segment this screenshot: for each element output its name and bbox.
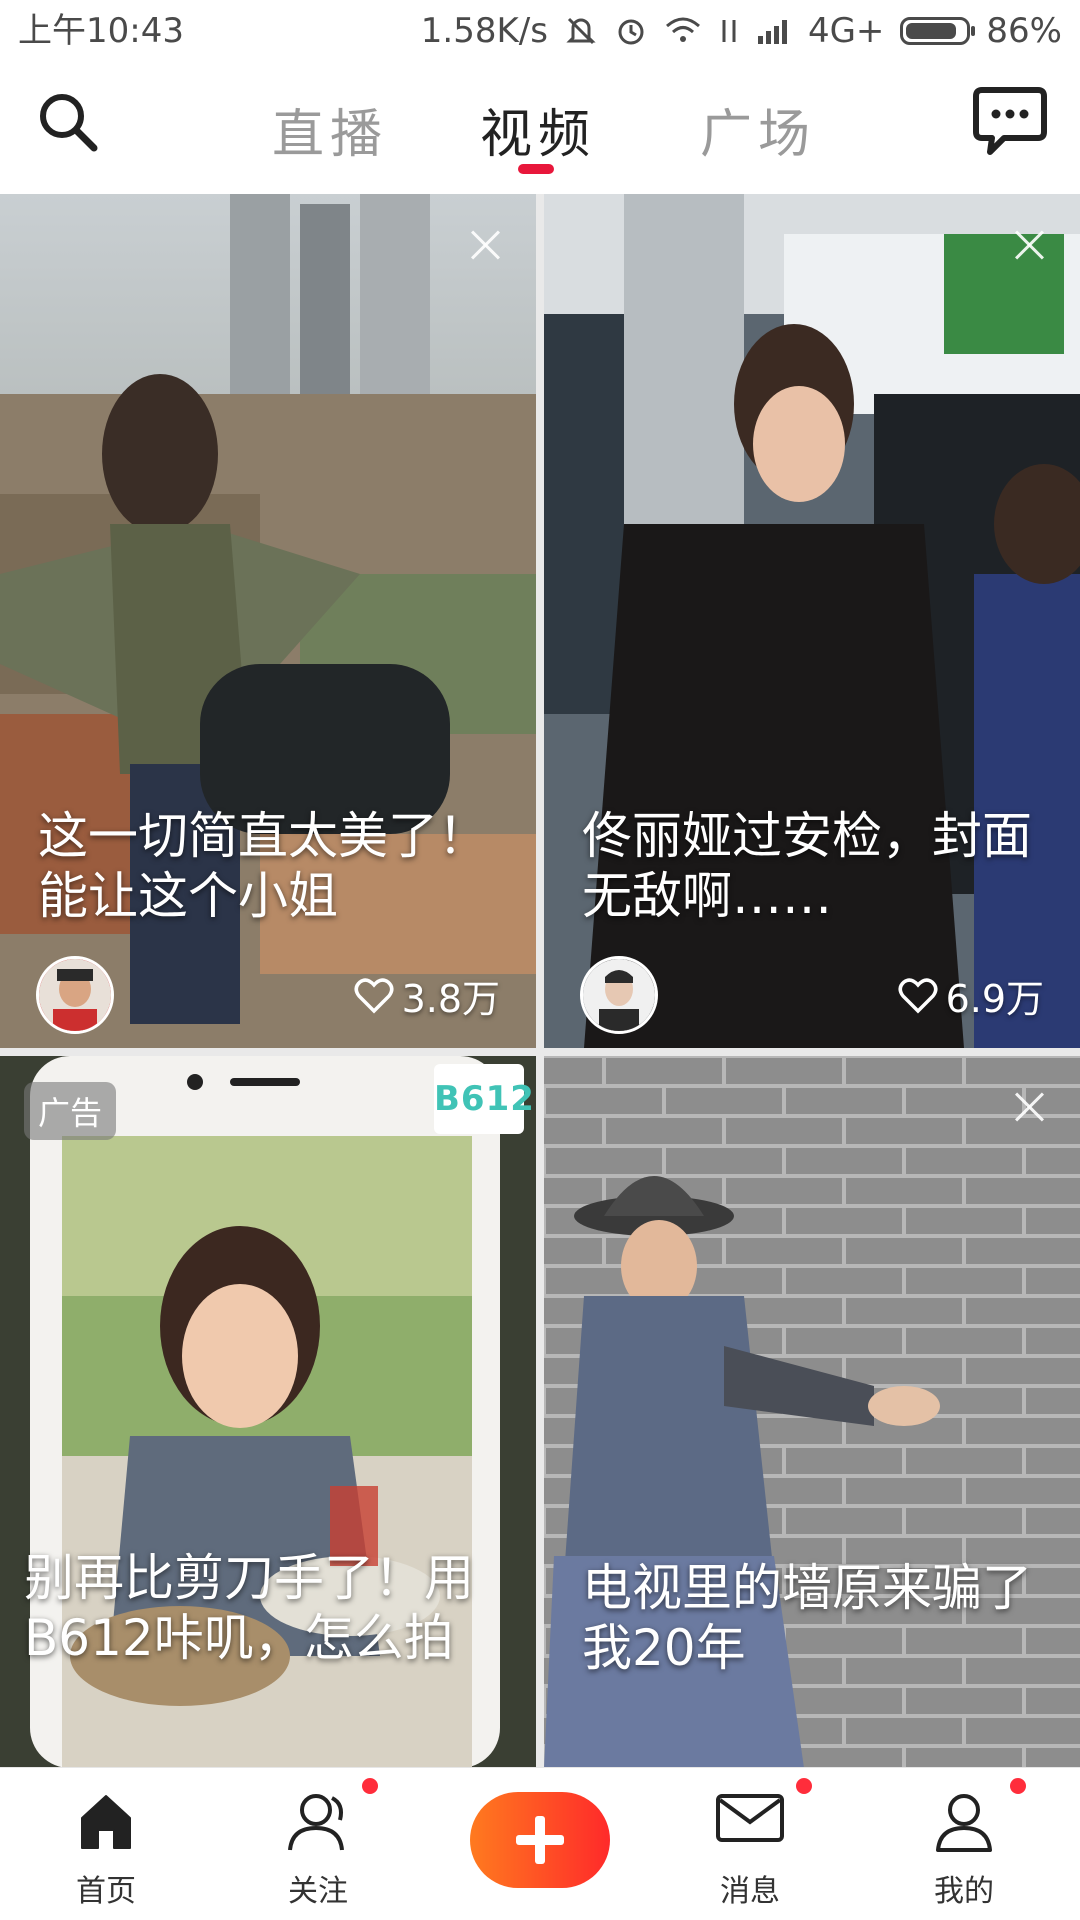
nav-follow[interactable]: 关注 bbox=[248, 1768, 388, 1920]
nav-profile-label: 我的 bbox=[934, 1874, 994, 1909]
video-title: 佟丽娅过安检，封面无敌啊…… bbox=[582, 807, 1032, 925]
messages-badge-dot bbox=[796, 1778, 812, 1794]
nav-home[interactable]: 首页 bbox=[36, 1768, 176, 1920]
mute-icon bbox=[564, 0, 598, 62]
like-count-value: 6.9万 bbox=[945, 977, 1044, 1021]
nav-home-label: 首页 bbox=[76, 1874, 136, 1909]
video-title: 这一切简直太美了！能让这个小姐 bbox=[38, 807, 488, 925]
status-time: 上午10:43 bbox=[18, 11, 184, 51]
tab-bar: 直播 视频 广场 bbox=[0, 62, 1080, 190]
create-post-button[interactable] bbox=[470, 1792, 610, 1888]
dismiss-button[interactable] bbox=[470, 230, 500, 260]
video-card[interactable]: 电视里的墙原来骗了我20年 bbox=[544, 1056, 1080, 1768]
wifi-icon bbox=[664, 0, 702, 62]
top-nav: 直播 视频 广场 bbox=[0, 62, 1080, 190]
alarm-icon bbox=[614, 0, 648, 62]
battery-icon bbox=[900, 17, 976, 45]
home-icon bbox=[81, 1795, 131, 1849]
status-bar: 上午10:43 1.58K/s 4G+ 86% bbox=[0, 0, 1080, 62]
ad-card[interactable]: B612 广告 别再比剪刀手了！用B612咔叽，怎么拍 bbox=[0, 1056, 536, 1768]
video-card[interactable]: 佟丽娅过安检，封面无敌啊…… 6.9万 bbox=[544, 194, 1080, 1048]
plus-icon bbox=[516, 1816, 564, 1864]
data-transfer-icon bbox=[718, 0, 740, 62]
like-count[interactable]: 6.9万 bbox=[898, 968, 1044, 1023]
profile-badge-dot bbox=[1010, 1778, 1026, 1794]
author-avatar[interactable] bbox=[580, 956, 658, 1034]
chat-button[interactable] bbox=[970, 84, 1050, 162]
network-speed: 1.58K/s bbox=[420, 11, 548, 51]
dismiss-button[interactable] bbox=[1014, 1092, 1044, 1122]
video-title: 电视里的墙原来骗了我20年 bbox=[582, 1559, 1032, 1677]
like-count[interactable]: 3.8万 bbox=[354, 968, 500, 1023]
network-type: 4G+ bbox=[807, 11, 885, 51]
chat-bubble-icon bbox=[973, 87, 1047, 155]
bottom-nav: 首页 关注 消息 我的 bbox=[0, 1767, 1080, 1920]
status-right-cluster: 1.58K/s 4G+ 86% bbox=[421, 0, 1062, 62]
profile-icon bbox=[936, 1794, 992, 1852]
user-follow-icon bbox=[288, 1794, 344, 1851]
nav-profile[interactable]: 我的 bbox=[894, 1768, 1034, 1920]
video-feed-grid: 这一切简直太美了！能让这个小姐 3.8万 佟丽娅过安检，封面无敌啊…… 6.9万… bbox=[0, 194, 1080, 1768]
video-title: 别再比剪刀手了！用B612咔叽，怎么拍 bbox=[24, 1549, 474, 1667]
nav-follow-label: 关注 bbox=[288, 1874, 348, 1909]
mail-icon bbox=[716, 1794, 784, 1842]
heart-icon bbox=[898, 977, 938, 1013]
ad-badge: 广告 bbox=[24, 1082, 117, 1140]
video-card[interactable]: 这一切简直太美了！能让这个小姐 3.8万 bbox=[0, 194, 536, 1048]
dismiss-button[interactable] bbox=[1014, 230, 1044, 260]
tab-live[interactable]: 直播 bbox=[272, 92, 388, 167]
nav-messages[interactable]: 消息 bbox=[680, 1768, 820, 1920]
author-avatar[interactable] bbox=[36, 956, 114, 1034]
signal-icon bbox=[756, 0, 792, 62]
follow-badge-dot bbox=[362, 1778, 378, 1794]
tab-video[interactable]: 视频 bbox=[480, 92, 596, 167]
heart-icon bbox=[354, 977, 394, 1013]
tab-square[interactable]: 广场 bbox=[700, 92, 816, 167]
like-count-value: 3.8万 bbox=[401, 977, 500, 1021]
battery-percent: 86% bbox=[986, 11, 1062, 51]
brand-logo: B612 bbox=[434, 1064, 534, 1134]
active-tab-indicator bbox=[518, 164, 554, 174]
nav-messages-label: 消息 bbox=[720, 1874, 780, 1909]
